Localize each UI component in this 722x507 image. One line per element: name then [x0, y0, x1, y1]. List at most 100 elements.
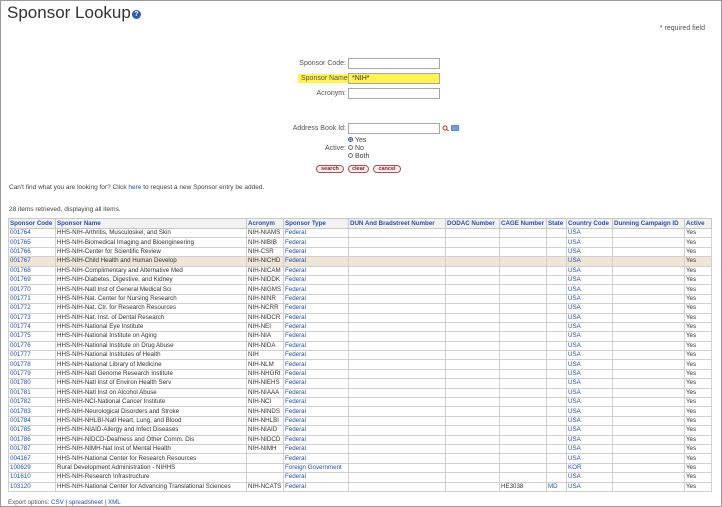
cell-cage	[499, 256, 547, 267]
cell-sponsor-code[interactable]: 001766	[8, 246, 56, 258]
column-header-dunning-campaign[interactable]: Dunning Campaign ID	[612, 218, 685, 229]
cell-dodac	[445, 434, 500, 446]
export-csv-link[interactable]: CSV	[51, 499, 64, 506]
cell-acronym: NIH-NINR	[246, 293, 284, 305]
cell-sponsor-code[interactable]: 001773	[8, 312, 56, 323]
cell-sponsor-code[interactable]: 001777	[8, 350, 56, 361]
cell-dun-bradstreet	[348, 387, 446, 399]
lookup-icon[interactable]	[442, 125, 450, 131]
column-header-sponsor-type[interactable]: Sponsor Type	[283, 218, 349, 229]
column-header-sponsor-code[interactable]: Sponsor Code	[8, 218, 56, 229]
cell-sponsor-code[interactable]: 001767	[8, 256, 56, 267]
cell-dunning-campaign	[612, 256, 685, 267]
cell-sponsor-type: Federal	[283, 415, 349, 427]
table-row: 001774 HHS-NIH-National Eye Institute NIH-…	[8, 321, 712, 333]
cell-sponsor-code[interactable]: 001776	[8, 340, 56, 352]
column-header-country-code[interactable]: Country Code	[566, 218, 613, 229]
cell-sponsor-code[interactable]: 001772	[8, 303, 56, 314]
cell-country-code: KOR	[566, 462, 613, 474]
cell-sponsor-code[interactable]: 001787	[8, 443, 56, 455]
cell-cage	[499, 274, 547, 286]
cell-sponsor-code[interactable]: 001771	[8, 293, 56, 305]
cell-sponsor-type: Foreign Government	[283, 462, 349, 474]
cell-country-code: USA	[566, 425, 613, 436]
column-header-sponsor-name[interactable]: Sponsor Name	[55, 218, 247, 229]
cell-sponsor-code[interactable]: 001765	[8, 237, 56, 248]
cell-sponsor-code[interactable]: 001775	[8, 331, 56, 342]
cell-dun-bradstreet	[348, 425, 446, 436]
acronym-input[interactable]	[348, 88, 440, 99]
cell-cage	[499, 303, 547, 314]
cell-dun-bradstreet	[348, 434, 446, 446]
cell-sponsor-code[interactable]: 001768	[8, 265, 56, 276]
column-header-state[interactable]: State	[546, 218, 567, 229]
cell-country-code: USA	[566, 359, 613, 370]
cell-dun-bradstreet	[348, 321, 446, 333]
cell-dunning-campaign	[612, 331, 685, 342]
cell-acronym: NIH-NIBIB	[246, 237, 284, 248]
cell-sponsor-code[interactable]: 001786	[8, 434, 56, 446]
table-row: 001765 HHS-NIH-Biomedical Imaging and Bio…	[8, 237, 712, 248]
cell-acronym	[246, 472, 284, 483]
cell-sponsor-code[interactable]: 001784	[8, 415, 56, 427]
table-row: 101610 HHS-NIH-Research Infrastructure Fed…	[8, 472, 712, 483]
cell-sponsor-code[interactable]: 001769	[8, 274, 56, 286]
column-header-active[interactable]: Active	[684, 218, 712, 229]
cell-sponsor-code[interactable]: 001782	[8, 397, 56, 408]
cell-sponsor-code[interactable]: 004167	[8, 453, 56, 464]
cell-dunning-campaign	[612, 227, 685, 239]
cell-country-code: USA	[566, 434, 613, 446]
cell-sponsor-code[interactable]: 001783	[8, 406, 56, 417]
cell-sponsor-code[interactable]: 001764	[8, 227, 56, 239]
cell-dun-bradstreet	[348, 462, 446, 474]
cell-cage	[499, 415, 547, 427]
cell-state	[546, 425, 567, 436]
cell-sponsor-code[interactable]: 001774	[8, 321, 56, 333]
cell-sponsor-name: HHS-NIH-Arthritis, Musculoskel, and Skin	[55, 227, 247, 239]
cell-sponsor-code[interactable]: 001778	[8, 359, 56, 370]
table-body: 001764 HHS-NIH-Arthritis, Musculoskel, an…	[8, 227, 712, 492]
cell-sponsor-code[interactable]: 100629	[8, 462, 56, 474]
active-both-radio[interactable]: Both	[348, 153, 369, 161]
cell-cage	[499, 350, 547, 361]
cell-dun-bradstreet	[348, 359, 446, 370]
column-header-dun-bradstreet[interactable]: DUN And Bradstreet Number	[348, 218, 446, 229]
cell-sponsor-type: Federal	[283, 350, 349, 361]
cancel-button[interactable]: cancel	[373, 165, 401, 173]
cell-state: MD	[546, 481, 567, 492]
column-header-dodac[interactable]: DODAC Number	[445, 218, 500, 229]
cell-acronym: NIH-NIA	[246, 331, 284, 342]
cell-sponsor-code[interactable]: 001779	[8, 368, 56, 380]
cell-dun-bradstreet	[348, 472, 446, 483]
column-header-acronym[interactable]: Acronym	[246, 218, 284, 229]
column-header-cage[interactable]: CAGE Number	[499, 218, 547, 229]
cell-dunning-campaign	[612, 443, 685, 455]
directory-icon[interactable]	[451, 125, 459, 131]
sponsor-code-input[interactable]	[348, 58, 440, 69]
search-button[interactable]: search	[316, 165, 344, 173]
help-icon[interactable]: ?	[131, 10, 141, 19]
active-yes-radio[interactable]: Yes	[348, 137, 366, 145]
cell-sponsor-code[interactable]: 001781	[8, 387, 56, 399]
cell-sponsor-code[interactable]: 001785	[8, 425, 56, 436]
cell-sponsor-code[interactable]: 103120	[8, 481, 56, 492]
address-book-input[interactable]	[348, 123, 440, 134]
clear-button[interactable]: clear	[348, 165, 369, 173]
export-xml-link[interactable]: XML	[108, 499, 121, 506]
request-link[interactable]: here	[128, 184, 141, 191]
cell-sponsor-type: Federal	[283, 256, 349, 267]
cell-state	[546, 227, 567, 239]
active-no-radio[interactable]: No	[348, 145, 364, 153]
sponsor-name-input[interactable]: *NIH*	[348, 73, 440, 84]
cell-sponsor-code[interactable]: 101610	[8, 472, 56, 483]
cell-sponsor-code[interactable]: 001780	[8, 378, 56, 389]
cell-active: Yes	[684, 397, 712, 408]
cell-active: Yes	[684, 387, 712, 399]
export-spreadsheet-link[interactable]: spreadsheet	[69, 499, 103, 506]
cell-sponsor-code[interactable]: 001770	[8, 284, 56, 295]
cell-dunning-campaign	[612, 340, 685, 352]
cell-acronym	[246, 462, 284, 474]
cell-active: Yes	[684, 415, 712, 427]
cell-acronym: NIH-NCATS	[246, 481, 284, 492]
cell-country-code: USA	[566, 246, 613, 258]
